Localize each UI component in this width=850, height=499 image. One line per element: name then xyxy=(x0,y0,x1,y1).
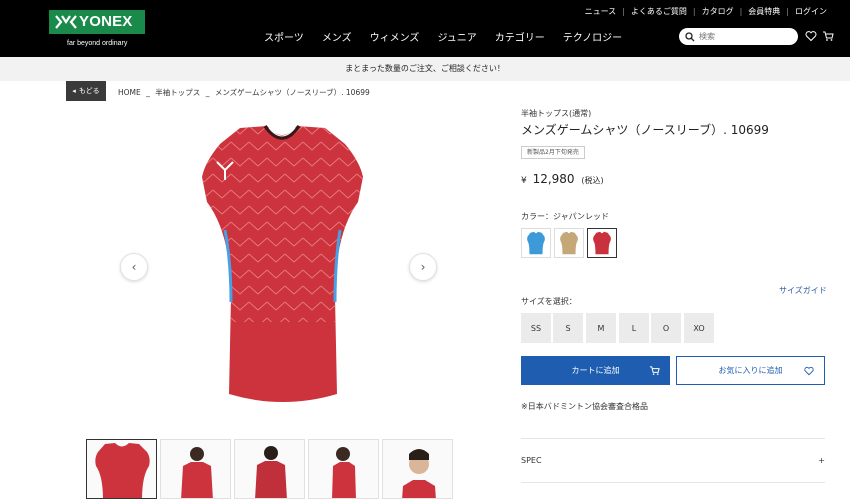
logo-text: YONEX xyxy=(79,13,133,30)
nav-item-sports[interactable]: スポーツ xyxy=(264,29,304,44)
product-image xyxy=(202,124,363,402)
util-nav-login[interactable]: ログイン xyxy=(789,6,833,17)
chevron-right-icon: › xyxy=(420,260,426,274)
thumbnail-item[interactable] xyxy=(234,439,305,499)
divider xyxy=(521,438,825,439)
util-nav-member-benefits[interactable]: 会員特典 xyxy=(742,6,786,17)
image-next-button[interactable]: › xyxy=(409,253,437,281)
cart-icon xyxy=(649,366,660,375)
back-button[interactable]: ◂ もどる xyxy=(66,81,106,101)
thumbnail-item[interactable] xyxy=(86,439,157,499)
thumbnail-image xyxy=(95,443,150,498)
nav-item-mens[interactable]: メンズ xyxy=(322,29,352,44)
util-nav-faq[interactable]: よくあるご質問 xyxy=(625,6,693,17)
back-label: もどる xyxy=(78,87,100,95)
image-prev-button[interactable]: ‹ xyxy=(120,253,148,281)
search-box[interactable] xyxy=(679,28,798,45)
size-option-l[interactable]: L xyxy=(619,313,649,343)
add-to-cart-label: カートに追加 xyxy=(571,366,620,375)
price-currency: ¥ xyxy=(521,176,527,186)
approval-note: ※日本バドミントン協会審査合格品 xyxy=(521,402,648,411)
thumbnail-image xyxy=(402,449,436,498)
util-nav-catalog[interactable]: カタログ xyxy=(696,6,740,17)
main-nav: スポーツ メンズ ウィメンズ ジュニア カテゴリー テクノロジー xyxy=(264,29,640,44)
breadcrumb-separator: _ xyxy=(205,88,210,97)
color-swatch-blue[interactable] xyxy=(521,228,551,258)
breadcrumb-category[interactable]: 半袖トップス xyxy=(155,88,200,97)
chevron-left-icon: ‹ xyxy=(131,260,137,274)
thumbnail-strip xyxy=(86,439,453,499)
color-swatch-beige[interactable] xyxy=(554,228,584,258)
add-to-favorites-button[interactable]: お気に入りに追加 xyxy=(676,356,825,385)
chevron-left-icon: ◂ xyxy=(72,87,76,95)
breadcrumb-separator: _ xyxy=(146,88,150,97)
price-tax-note: (税込) xyxy=(581,176,604,185)
utility-nav: ニュース | よくあるご質問 | カタログ | 会員特典 | ログイン xyxy=(579,6,833,17)
add-to-cart-button[interactable]: カートに追加 xyxy=(521,356,670,385)
color-label: カラー：ジャパンレッド xyxy=(521,212,609,221)
size-option-s[interactable]: S xyxy=(553,313,583,343)
nav-item-category[interactable]: カテゴリー xyxy=(495,29,545,44)
nav-item-womens[interactable]: ウィメンズ xyxy=(370,29,420,44)
util-nav-news[interactable]: ニュース xyxy=(579,6,623,17)
size-option-ss[interactable]: SS xyxy=(521,313,551,343)
breadcrumb-home[interactable]: HOME xyxy=(118,88,141,97)
product-price: ¥ 12,980 (税込) xyxy=(521,172,604,186)
breadcrumb: HOME _ 半袖トップス _ メンズゲームシャツ（ノースリーブ）. 10699 xyxy=(118,87,373,98)
heart-icon xyxy=(804,366,814,376)
swatch-shirt-icon xyxy=(593,231,611,255)
swatch-shirt-icon xyxy=(527,231,545,255)
search-input[interactable] xyxy=(699,32,789,41)
price-value: 12,980 xyxy=(532,172,575,186)
nav-item-technology[interactable]: テクノロジー xyxy=(563,29,622,44)
size-guide-link[interactable]: サイズガイド xyxy=(779,285,827,296)
thumbnail-image xyxy=(255,446,287,498)
add-to-favorites-label: お気に入りに追加 xyxy=(718,366,783,375)
thumbnail-item[interactable] xyxy=(308,439,379,499)
spec-accordion[interactable]: SPEC + xyxy=(521,450,825,470)
swatch-shirt-icon xyxy=(560,231,578,255)
thumbnail-item[interactable] xyxy=(160,439,231,499)
yonex-mark-icon xyxy=(55,15,77,29)
heart-icon[interactable] xyxy=(805,30,817,42)
logo-tagline: far beyond ordinary xyxy=(67,40,128,47)
logo-box: YONEX xyxy=(49,10,145,34)
size-option-xo[interactable]: XO xyxy=(684,313,714,343)
size-option-m[interactable]: M xyxy=(586,313,616,343)
cart-icon[interactable] xyxy=(822,30,834,42)
thumbnail-image xyxy=(181,447,213,498)
thumbnail-image xyxy=(332,447,356,498)
yonex-logo[interactable]: YONEX far beyond ordinary xyxy=(49,10,145,51)
breadcrumb-current: メンズゲームシャツ（ノースリーブ）. 10699 xyxy=(214,88,370,97)
size-option-o[interactable]: O xyxy=(651,313,681,343)
product-title: メンズゲームシャツ（ノースリーブ）. 10699 xyxy=(521,123,769,137)
size-label: サイズを選択： xyxy=(521,297,577,306)
plus-icon: + xyxy=(818,455,825,465)
thumbnail-item[interactable] xyxy=(382,439,453,499)
nav-item-junior[interactable]: ジュニア xyxy=(437,29,476,44)
bulk-order-banner[interactable]: まとまった数量のご注文、ご相談ください！ xyxy=(0,57,850,81)
site-header: YONEX far beyond ordinary ニュース | よくあるご質問… xyxy=(0,0,850,57)
release-badge: 新製品2月下旬発売 xyxy=(521,146,585,159)
color-swatch-japan-red[interactable] xyxy=(587,228,617,258)
spec-label: SPEC xyxy=(521,455,542,465)
divider xyxy=(521,482,825,483)
product-category: 半袖トップス(通常) xyxy=(521,109,592,118)
search-icon xyxy=(685,31,695,41)
